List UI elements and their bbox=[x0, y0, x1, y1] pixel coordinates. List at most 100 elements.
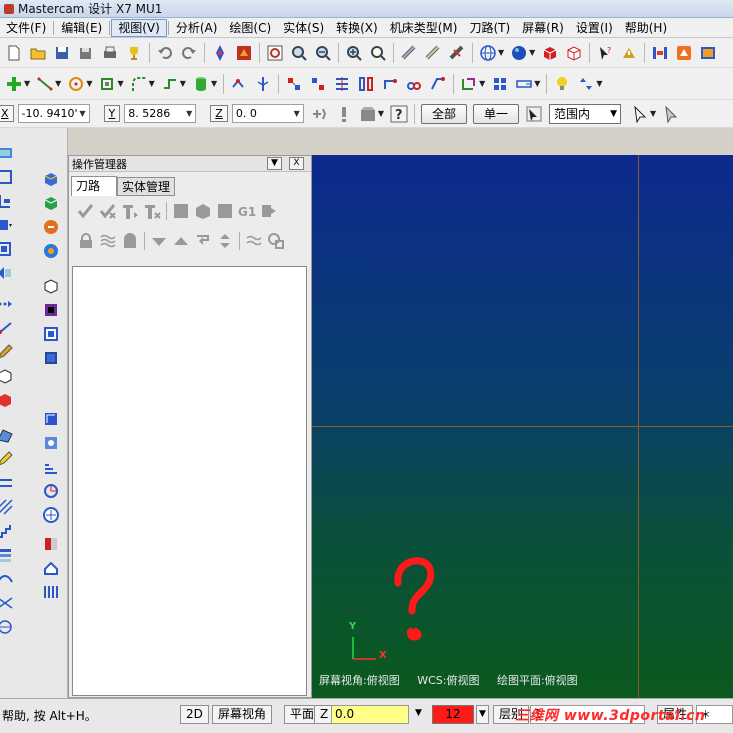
unzoom-icon[interactable] bbox=[313, 43, 333, 63]
chevron-down-icon[interactable]: ▼ bbox=[24, 79, 30, 88]
backplot-icon[interactable] bbox=[172, 202, 190, 220]
menu-create[interactable]: 绘图(C) bbox=[223, 19, 277, 37]
new-file-icon[interactable] bbox=[4, 43, 24, 63]
solid-blue-cube-icon[interactable] bbox=[42, 170, 60, 188]
toolpath-a-icon[interactable] bbox=[42, 410, 60, 428]
tool-manager-icon[interactable] bbox=[650, 43, 670, 63]
menu-toolpaths[interactable]: 刀路(T) bbox=[463, 19, 516, 37]
help-ops-icon[interactable] bbox=[267, 232, 285, 250]
box-wire-icon[interactable] bbox=[42, 277, 60, 295]
post-g1-icon[interactable]: G1 bbox=[238, 202, 256, 220]
y-coord-input[interactable]: 8. 5286 ▼ bbox=[124, 104, 197, 123]
select-dirty-ops-icon[interactable] bbox=[99, 202, 117, 220]
zigzag-icon[interactable] bbox=[0, 594, 14, 612]
menu-view[interactable]: 视图(V) bbox=[111, 18, 167, 37]
trim-break-icon[interactable] bbox=[160, 74, 180, 94]
blue-box-icon[interactable] bbox=[42, 325, 60, 343]
x-coord-label[interactable]: X bbox=[0, 105, 14, 122]
exclamation-icon[interactable] bbox=[334, 104, 354, 124]
pointer-arrow-alt-icon[interactable] bbox=[661, 104, 681, 124]
save-icon[interactable] bbox=[52, 43, 72, 63]
chevron-down-icon[interactable]: ▼ bbox=[117, 79, 123, 88]
stair-icon[interactable] bbox=[0, 522, 14, 540]
link-icon[interactable] bbox=[0, 319, 14, 337]
high-feed-icon[interactable] bbox=[260, 202, 278, 220]
chevron-down-icon[interactable]: ▼ bbox=[498, 48, 504, 57]
toolpath-f-icon[interactable] bbox=[42, 535, 60, 553]
create-circle-icon[interactable] bbox=[66, 74, 86, 94]
yellow-pencil-icon[interactable] bbox=[0, 450, 14, 468]
selection-mode-select[interactable]: 范围内 ▼ bbox=[549, 103, 622, 124]
verify-icon[interactable] bbox=[698, 43, 718, 63]
verify-ops-icon[interactable] bbox=[194, 202, 212, 220]
chevron-down-icon[interactable]: ▼ bbox=[79, 105, 85, 122]
chevron-down-icon[interactable]: ▼ bbox=[186, 105, 192, 122]
cplane-top-icon[interactable] bbox=[399, 43, 419, 63]
wave-icon[interactable] bbox=[245, 232, 263, 250]
open-file-icon[interactable] bbox=[28, 43, 48, 63]
orange-circle-icon[interactable] bbox=[42, 218, 60, 236]
curves-icon[interactable] bbox=[0, 570, 14, 588]
fast-point-icon[interactable] bbox=[310, 104, 330, 124]
pocket-icon[interactable] bbox=[0, 264, 14, 282]
select-all-button[interactable]: 全部 bbox=[420, 103, 467, 124]
dropdown-tool-icon[interactable] bbox=[0, 216, 14, 234]
screen-icon[interactable] bbox=[0, 144, 14, 162]
shaded-sphere-icon[interactable] bbox=[509, 43, 529, 63]
analyze-icon[interactable] bbox=[619, 43, 639, 63]
redo-icon[interactable] bbox=[179, 43, 199, 63]
chevron-down-icon[interactable]: ▼ bbox=[294, 105, 300, 122]
x-coord-input[interactable]: -10. 9410' ▼ bbox=[17, 104, 90, 123]
green-cube-icon[interactable] bbox=[42, 194, 60, 212]
chevron-down-icon[interactable]: ▼ bbox=[529, 48, 535, 57]
menu-file[interactable]: 文件(F) bbox=[0, 19, 52, 37]
scale-icon[interactable] bbox=[404, 74, 424, 94]
chevron-down-icon[interactable]: ▼ bbox=[650, 109, 656, 118]
toolpath-d-icon[interactable] bbox=[42, 482, 60, 500]
move-down-icon[interactable] bbox=[150, 232, 168, 250]
solid-red-cube-icon[interactable] bbox=[540, 43, 560, 63]
menu-analyze[interactable]: 分析(A) bbox=[170, 19, 224, 37]
z-coord-input[interactable]: 0. 0 ▼ bbox=[231, 104, 304, 123]
help-question-icon[interactable]: ? bbox=[389, 104, 409, 124]
cplane-side-icon[interactable] bbox=[447, 43, 467, 63]
mirror-icon[interactable] bbox=[356, 74, 376, 94]
scroll-icon[interactable] bbox=[216, 232, 234, 250]
help-pointer-icon[interactable]: ? bbox=[595, 43, 615, 63]
zoom-out-icon[interactable] bbox=[368, 43, 388, 63]
surface-icon[interactable] bbox=[0, 426, 14, 444]
toggle-post-icon[interactable] bbox=[121, 232, 139, 250]
chevron-down-icon[interactable]: ▼ bbox=[180, 79, 186, 88]
red-solid-icon[interactable] bbox=[0, 391, 14, 409]
fit-icon[interactable] bbox=[210, 43, 230, 63]
cplane-front-icon[interactable] bbox=[423, 43, 443, 63]
verify-selection-icon[interactable] bbox=[524, 104, 544, 124]
chevron-down-icon[interactable]: ▼ bbox=[596, 79, 602, 88]
chevron-down-icon[interactable]: ▼ bbox=[534, 79, 540, 88]
pointer-arrow-icon[interactable] bbox=[630, 104, 650, 124]
toolpath-g-icon[interactable] bbox=[42, 559, 60, 577]
simulate-icon[interactable] bbox=[216, 202, 234, 220]
menu-settings[interactable]: 设置(I) bbox=[570, 19, 619, 37]
select-all-ops-icon[interactable] bbox=[77, 202, 95, 220]
chevron-down-icon[interactable]: ▼ bbox=[211, 79, 217, 88]
operations-tree[interactable] bbox=[72, 266, 307, 696]
zoom-target-icon[interactable] bbox=[289, 43, 309, 63]
lightbulb-icon[interactable] bbox=[552, 74, 572, 94]
lines-icon[interactable] bbox=[0, 474, 14, 492]
save-as-icon[interactable] bbox=[76, 43, 96, 63]
menu-help[interactable]: 帮助(H) bbox=[619, 19, 673, 37]
repaint-icon[interactable] bbox=[234, 43, 254, 63]
pencil-icon[interactable] bbox=[0, 343, 14, 361]
toolpath-h-icon[interactable] bbox=[42, 583, 60, 601]
mastercam-orange-icon[interactable] bbox=[674, 43, 694, 63]
zoom-window-icon[interactable] bbox=[265, 43, 285, 63]
chevron-down-icon[interactable]: ▼ bbox=[378, 109, 384, 118]
dots-icon[interactable] bbox=[0, 295, 14, 313]
tree-icon[interactable] bbox=[0, 192, 14, 210]
chevron-down-icon[interactable]: ▼ bbox=[412, 705, 425, 724]
regen-dirty-icon[interactable] bbox=[143, 202, 161, 220]
z-coord-label[interactable]: Z bbox=[210, 105, 228, 122]
menu-screen[interactable]: 屏幕(R) bbox=[516, 19, 570, 37]
translate-icon[interactable] bbox=[308, 74, 328, 94]
